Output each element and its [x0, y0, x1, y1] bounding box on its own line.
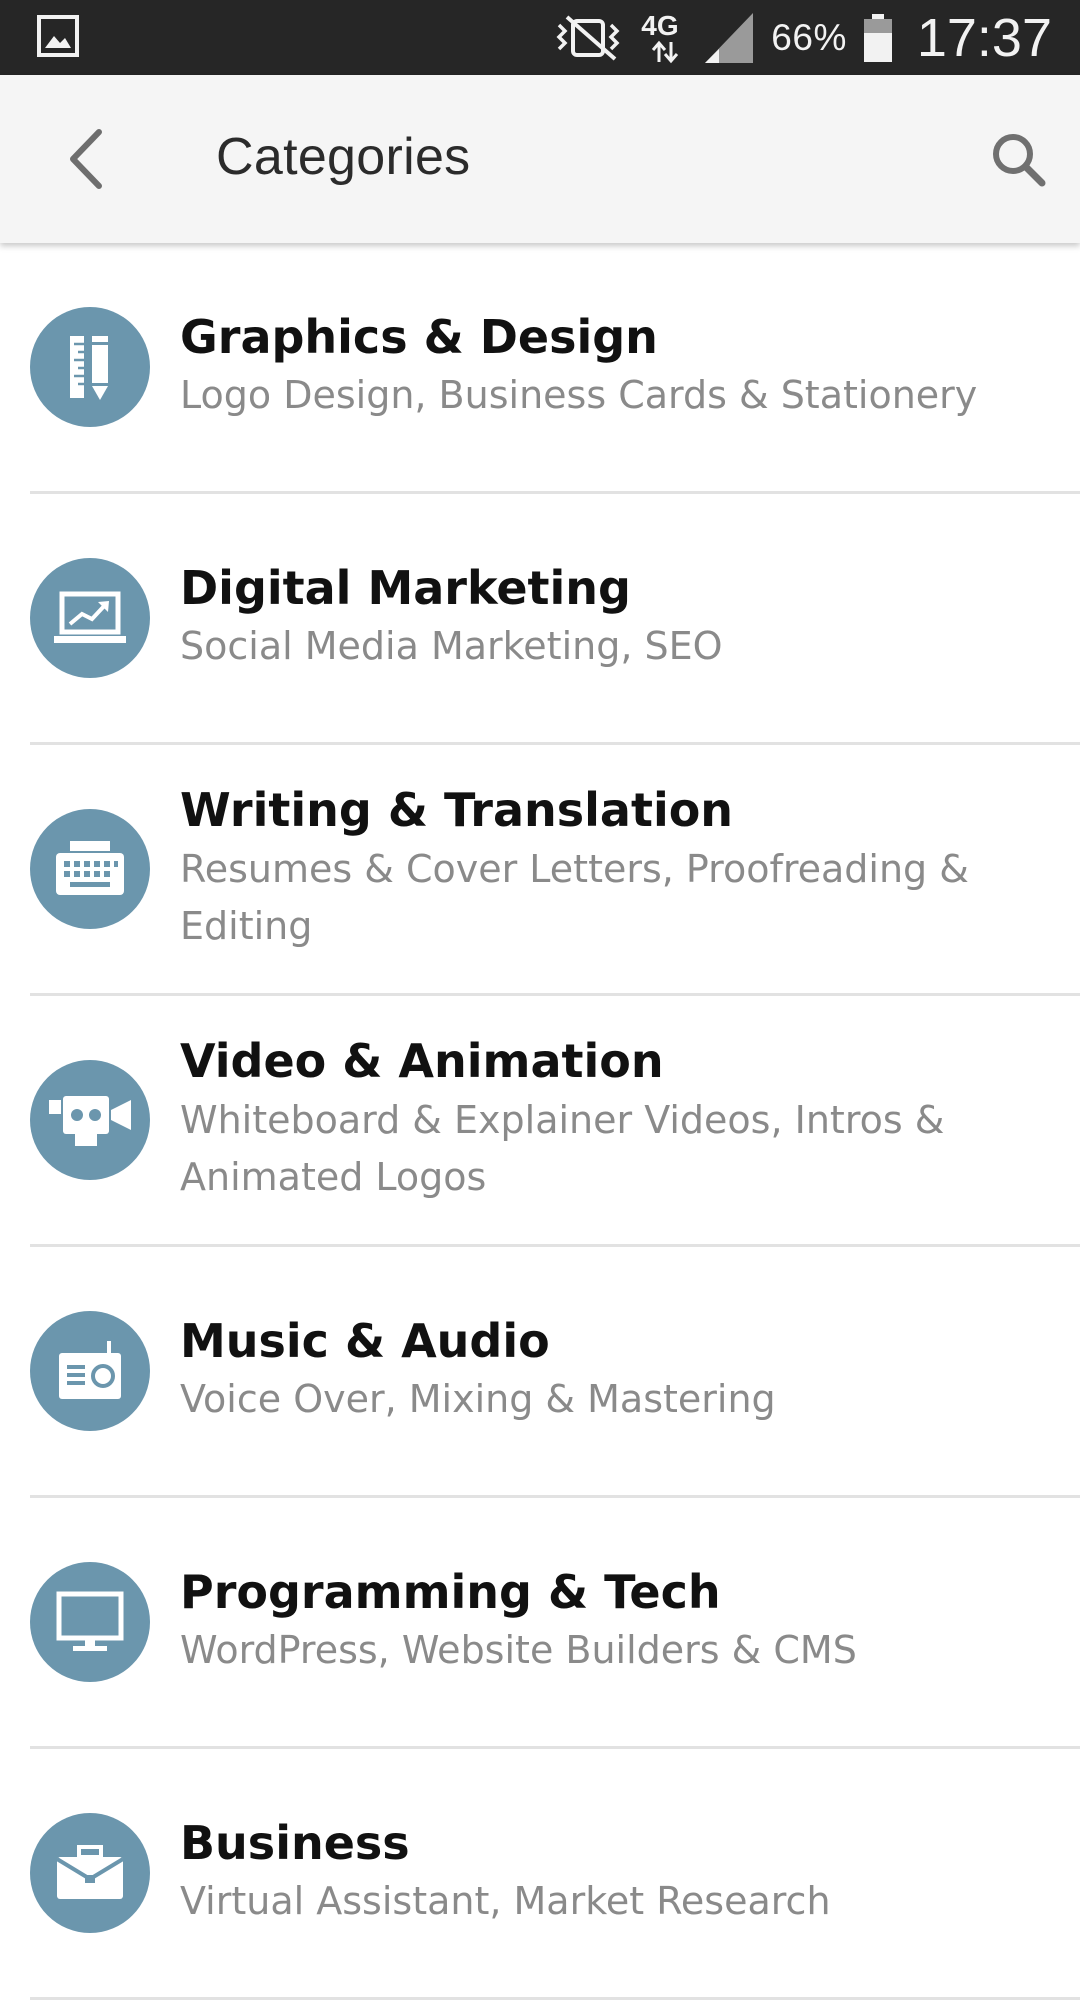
category-item-music-audio[interactable]: Music & Audio Voice Over, Mixing & Maste…: [30, 1247, 1080, 1498]
category-item-graphics-design[interactable]: Graphics & Design Logo Design, Business …: [30, 243, 1080, 494]
chevron-left-icon: [70, 129, 102, 189]
category-title: Writing & Translation: [180, 783, 734, 838]
page-title: Categories: [216, 128, 471, 186]
category-item-business[interactable]: Business Virtual Assistant, Market Resea…: [30, 1749, 1080, 2000]
category-title: Music & Audio: [180, 1313, 550, 1368]
battery-icon: [863, 13, 892, 62]
category-list: Graphics & Design Logo Design, Business …: [0, 243, 1080, 2000]
clock: 17:37: [916, 7, 1052, 68]
image-icon: [37, 15, 79, 57]
category-subtitle: Resumes & Cover Letters, Proofreading & …: [180, 846, 969, 948]
app-bar: Categories: [0, 75, 1080, 243]
category-subtitle: Voice Over, Mixing & Mastering: [180, 1377, 776, 1422]
network-type-label: 4G: [641, 9, 679, 41]
monitor-icon: [30, 1562, 150, 1682]
search-icon: [993, 134, 1046, 187]
status-bar: 4G 66% 17:37: [0, 0, 1080, 75]
radio-icon: [30, 1311, 150, 1431]
typewriter-icon: [30, 809, 150, 929]
category-subtitle: WordPress, Website Builders & CMS: [180, 1628, 857, 1673]
category-title: Graphics & Design: [180, 309, 658, 364]
category-title: Digital Marketing: [180, 560, 631, 615]
pencil-ruler-icon: [30, 307, 150, 427]
data-transfer-icon: [652, 40, 679, 63]
briefcase-icon: [30, 1813, 150, 1933]
category-item-writing-translation[interactable]: Writing & Translation Resumes & Cover Le…: [30, 745, 1080, 996]
search-button[interactable]: [978, 119, 1058, 199]
laptop-chart-icon: [30, 558, 150, 678]
back-button[interactable]: [46, 119, 126, 199]
network-4g-icon: 4G: [641, 8, 687, 68]
category-subtitle: Whiteboard & Explainer Videos, Intros & …: [180, 1097, 945, 1199]
category-item-programming-tech[interactable]: Programming & Tech WordPress, Website Bu…: [30, 1498, 1080, 1749]
category-subtitle: Virtual Assistant, Market Research: [180, 1879, 831, 1924]
category-title: Business: [180, 1815, 410, 1870]
category-subtitle: Logo Design, Business Cards & Stationery: [180, 373, 978, 418]
video-camera-icon: [30, 1060, 150, 1180]
category-title: Programming & Tech: [180, 1564, 721, 1619]
category-subtitle: Social Media Marketing, SEO: [180, 624, 723, 669]
signal-icon: [705, 12, 754, 63]
battery-percent: 66%: [771, 16, 847, 58]
category-item-video-animation[interactable]: Video & Animation Whiteboard & Explainer…: [30, 996, 1080, 1247]
category-item-digital-marketing[interactable]: Digital Marketing Social Media Marketing…: [30, 494, 1080, 745]
status-indicators: 4G 66% 17:37: [553, 0, 1052, 75]
vibrate-off-icon: [556, 14, 620, 61]
category-title: Video & Animation: [180, 1034, 664, 1089]
